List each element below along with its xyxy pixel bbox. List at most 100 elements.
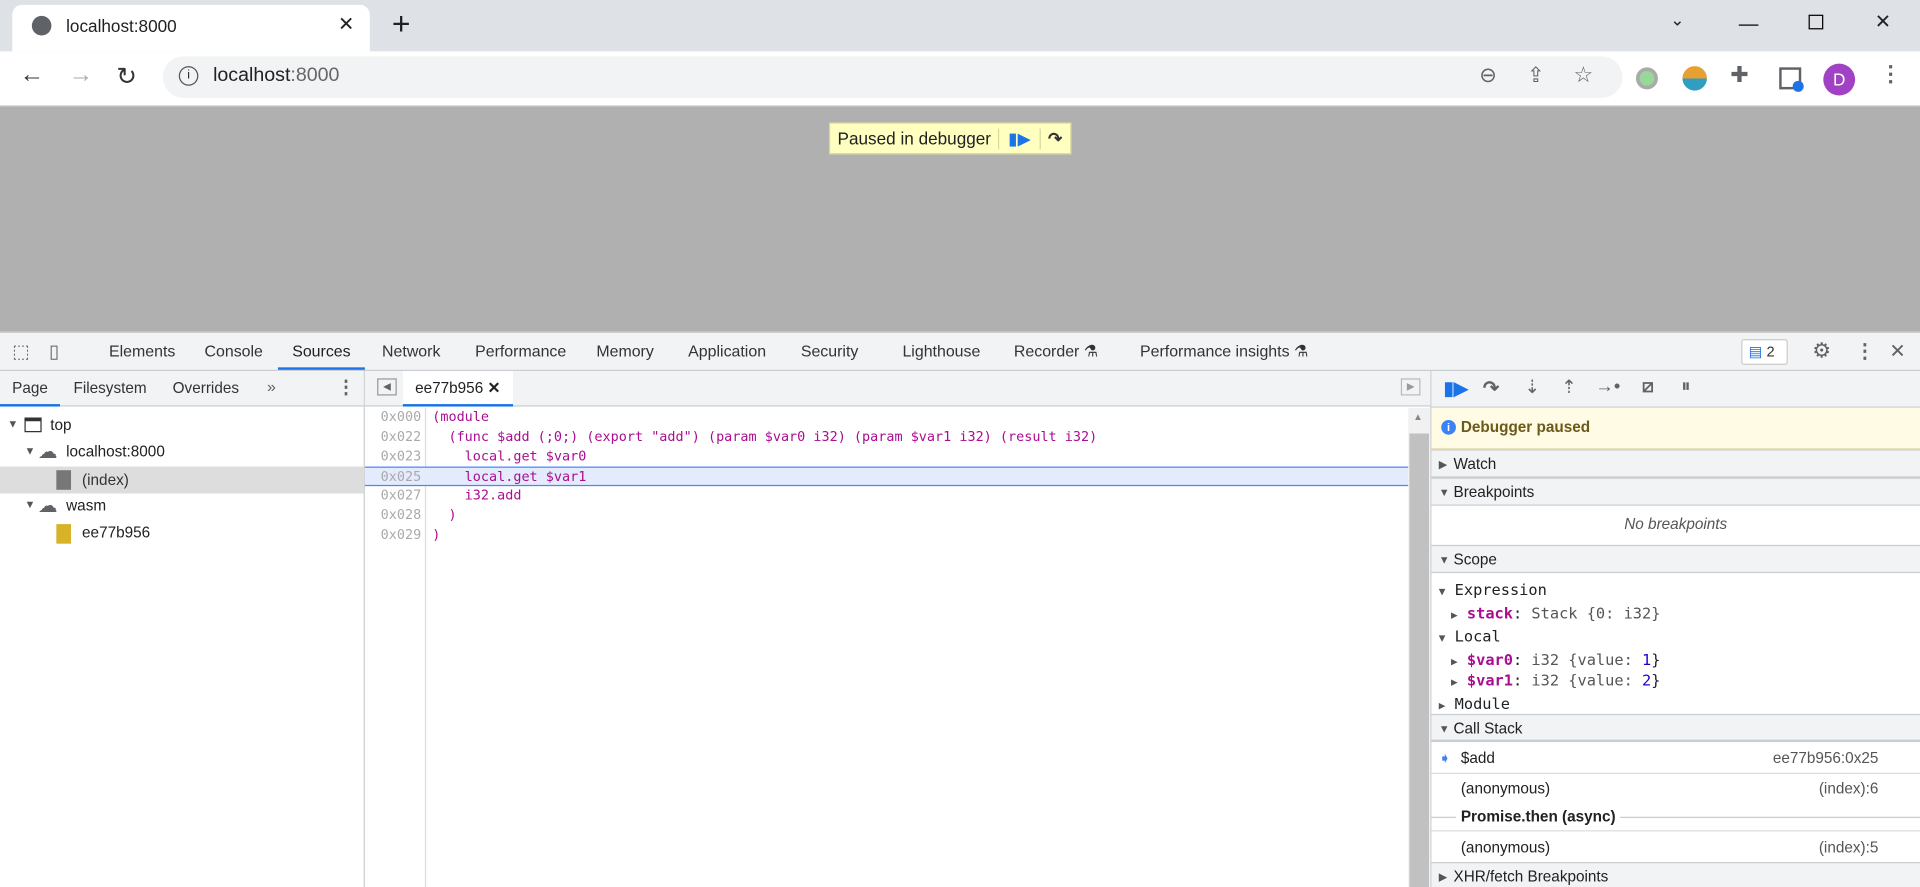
step-out-icon[interactable]: ⇡	[1561, 376, 1576, 398]
tab-memory[interactable]: Memory	[596, 333, 653, 370]
tree-item-ee77b956[interactable]: ee77b956	[0, 520, 364, 547]
resume-icon[interactable]: ▮▶	[998, 127, 1039, 149]
minimize-button[interactable]	[1738, 24, 1759, 26]
close-devtools-icon[interactable]: ✕	[1889, 339, 1905, 363]
frame-location[interactable]: (index):5	[1819, 839, 1879, 856]
inspect-element-icon[interactable]: ⬚	[12, 340, 29, 363]
call-frame[interactable]: (anonymous) (index):5	[1431, 831, 1920, 863]
line-address[interactable]: 0x022	[365, 427, 422, 447]
line-address[interactable]: 0x029	[365, 525, 422, 545]
avatar[interactable]: D	[1823, 63, 1856, 96]
tab-lighthouse[interactable]: Lighthouse	[902, 333, 980, 370]
extensions-puzzle-icon[interactable]: ✚	[1730, 62, 1748, 88]
editor-file-tab[interactable]: ee77b956 ✕	[402, 371, 513, 407]
address-bar[interactable]: i localhost:8000 ⊖ ⇪ ☆	[162, 56, 1623, 98]
device-toolbar-icon[interactable]: ▯	[49, 340, 59, 363]
resume-icon[interactable]: ▮▶	[1444, 377, 1468, 399]
code-line[interactable]: 0x027 i32.add	[365, 486, 1408, 506]
step-icon[interactable]: →•	[1596, 376, 1621, 397]
code-line[interactable]: 0x025 local.get $var1	[364, 466, 1409, 488]
settings-gear-icon[interactable]: ⚙	[1812, 339, 1831, 363]
debugger-sidebar: ▮▶ ↷ ⇣ ⇡ →• ⧄ ⏸ i Debugger paused ▶ Watch…	[1431, 371, 1920, 887]
code-text: i32.add	[432, 487, 522, 504]
call-stack-section-header[interactable]: ▼ Call Stack	[1431, 713, 1920, 743]
share-icon[interactable]: ⇪	[1527, 64, 1544, 88]
issues-badge[interactable]: ▤ 2	[1741, 339, 1788, 365]
watch-section-header[interactable]: ▶ Watch	[1431, 449, 1920, 478]
pause-on-exceptions-icon[interactable]: ⏸	[1681, 376, 1690, 397]
more-options-icon[interactable]: ⋮	[1855, 339, 1875, 363]
scrollbar[interactable]: ▲	[1408, 407, 1431, 887]
breakpoints-section-header[interactable]: ▼ Breakpoints	[1431, 477, 1920, 506]
zoom-icon[interactable]: ⊖	[1479, 64, 1496, 88]
code-text: (func $add (;0;) (export "add") (param $…	[432, 428, 1098, 445]
line-address[interactable]: 0x025	[365, 468, 422, 488]
tab-elements[interactable]: Elements	[109, 333, 175, 370]
step-over-icon[interactable]: ↷	[1483, 376, 1499, 400]
tab-application[interactable]: Application	[688, 333, 766, 370]
step-over-icon[interactable]: ↷	[1039, 127, 1069, 149]
info-icon[interactable]: i	[178, 66, 199, 86]
extension-icon[interactable]	[1635, 67, 1658, 90]
frame-name: (anonymous)	[1460, 780, 1551, 798]
code-line[interactable]: 0x000 (module	[365, 408, 1408, 428]
tab-page[interactable]: Page	[0, 371, 61, 407]
step-into-icon[interactable]: ⇣	[1525, 376, 1540, 398]
toggle-debugger-icon[interactable]: ▶	[1400, 378, 1421, 396]
xhr-breakpoints-section-header[interactable]: ▶ XHR/fetch Breakpoints	[1431, 862, 1920, 887]
tab-performance[interactable]: Performance	[475, 333, 566, 370]
close-window-button[interactable]: ✕	[1875, 10, 1891, 34]
code-line[interactable]: 0x022 (func $add (;0;) (export "add") (p…	[365, 427, 1408, 447]
menu-icon[interactable]: ⋮	[1880, 61, 1902, 87]
side-panel-icon[interactable]	[1779, 67, 1804, 92]
tab-filesystem[interactable]: Filesystem	[73, 371, 146, 408]
forward-icon[interactable]: →	[69, 61, 93, 89]
scope-module[interactable]: ▶ Module	[1439, 694, 1920, 712]
close-file-icon[interactable]: ✕	[487, 380, 500, 397]
line-address[interactable]: 0x027	[365, 486, 422, 506]
bookmark-star-icon[interactable]: ☆	[1573, 62, 1593, 88]
scope-var[interactable]: ▶ $var1: i32 {value: 2}	[1451, 671, 1920, 689]
restore-button[interactable]	[1808, 14, 1824, 30]
var-type: i32 {value:	[1531, 650, 1643, 669]
line-address[interactable]: 0x023	[365, 447, 422, 467]
tab-search-icon[interactable]: ⌄	[1670, 10, 1684, 31]
tab-overrides[interactable]: Overrides	[173, 371, 239, 408]
line-address[interactable]: 0x000	[365, 408, 422, 428]
deactivate-breakpoints-icon[interactable]: ⧄	[1642, 376, 1654, 397]
browser-tab[interactable]: localhost:8000 ✕	[12, 4, 370, 52]
more-tabs-icon[interactable]: »	[267, 377, 276, 395]
call-frame[interactable]: (anonymous) (index):6	[1431, 774, 1920, 805]
navigator-menu-icon[interactable]: ⋮	[337, 376, 355, 398]
code-line[interactable]: 0x023 local.get $var0	[365, 447, 1408, 467]
code-line[interactable]: 0x029)	[365, 525, 1408, 545]
new-tab-button[interactable]: +	[392, 5, 411, 43]
scope-var[interactable]: ▶ $var0: i32 {value: 1}	[1451, 650, 1920, 668]
code-line[interactable]: 0x028 )	[365, 506, 1408, 526]
tree-item-localhost[interactable]: ▼ ☁ localhost:8000	[0, 440, 364, 467]
reload-icon[interactable]: ↻	[116, 61, 137, 92]
frame-location[interactable]: ee77b956:0x25	[1773, 749, 1879, 766]
tab-performance-insights[interactable]: Performance insights ⚗	[1140, 333, 1308, 370]
tab-sources[interactable]: Sources	[277, 333, 365, 370]
scope-section-header[interactable]: ▼ Scope	[1431, 544, 1920, 574]
tree-item-wasm[interactable]: ▼ ☁ wasm	[0, 493, 364, 520]
tab-network[interactable]: Network	[382, 333, 440, 370]
scope-local[interactable]: ▼ Local	[1439, 627, 1920, 645]
tree-item-top[interactable]: ▼ top	[0, 413, 364, 440]
back-icon[interactable]: ←	[20, 61, 44, 89]
tree-item-index[interactable]: (index)	[0, 466, 364, 494]
call-frame-current[interactable]: ➧ $add ee77b956:0x25	[1431, 743, 1920, 774]
tab-security[interactable]: Security	[801, 333, 859, 370]
tab-console[interactable]: Console	[204, 333, 262, 370]
scope-stack[interactable]: ▶ stack: Stack {0: i32}	[1451, 604, 1920, 622]
frame-location[interactable]: (index):6	[1819, 780, 1879, 797]
navigator-panel: Page Filesystem Overrides » ⋮ ▼ top ▼ ☁ loc…	[0, 371, 365, 887]
toggle-navigator-icon[interactable]: ◀	[377, 378, 397, 396]
extension-bowl-icon[interactable]	[1682, 66, 1707, 91]
scope-expression[interactable]: ▼ Expression	[1439, 580, 1920, 598]
url-host: localhost	[213, 64, 291, 86]
tab-recorder[interactable]: Recorder ⚗	[1014, 333, 1098, 370]
close-tab-icon[interactable]: ✕	[338, 12, 354, 36]
line-address[interactable]: 0x028	[365, 506, 422, 526]
